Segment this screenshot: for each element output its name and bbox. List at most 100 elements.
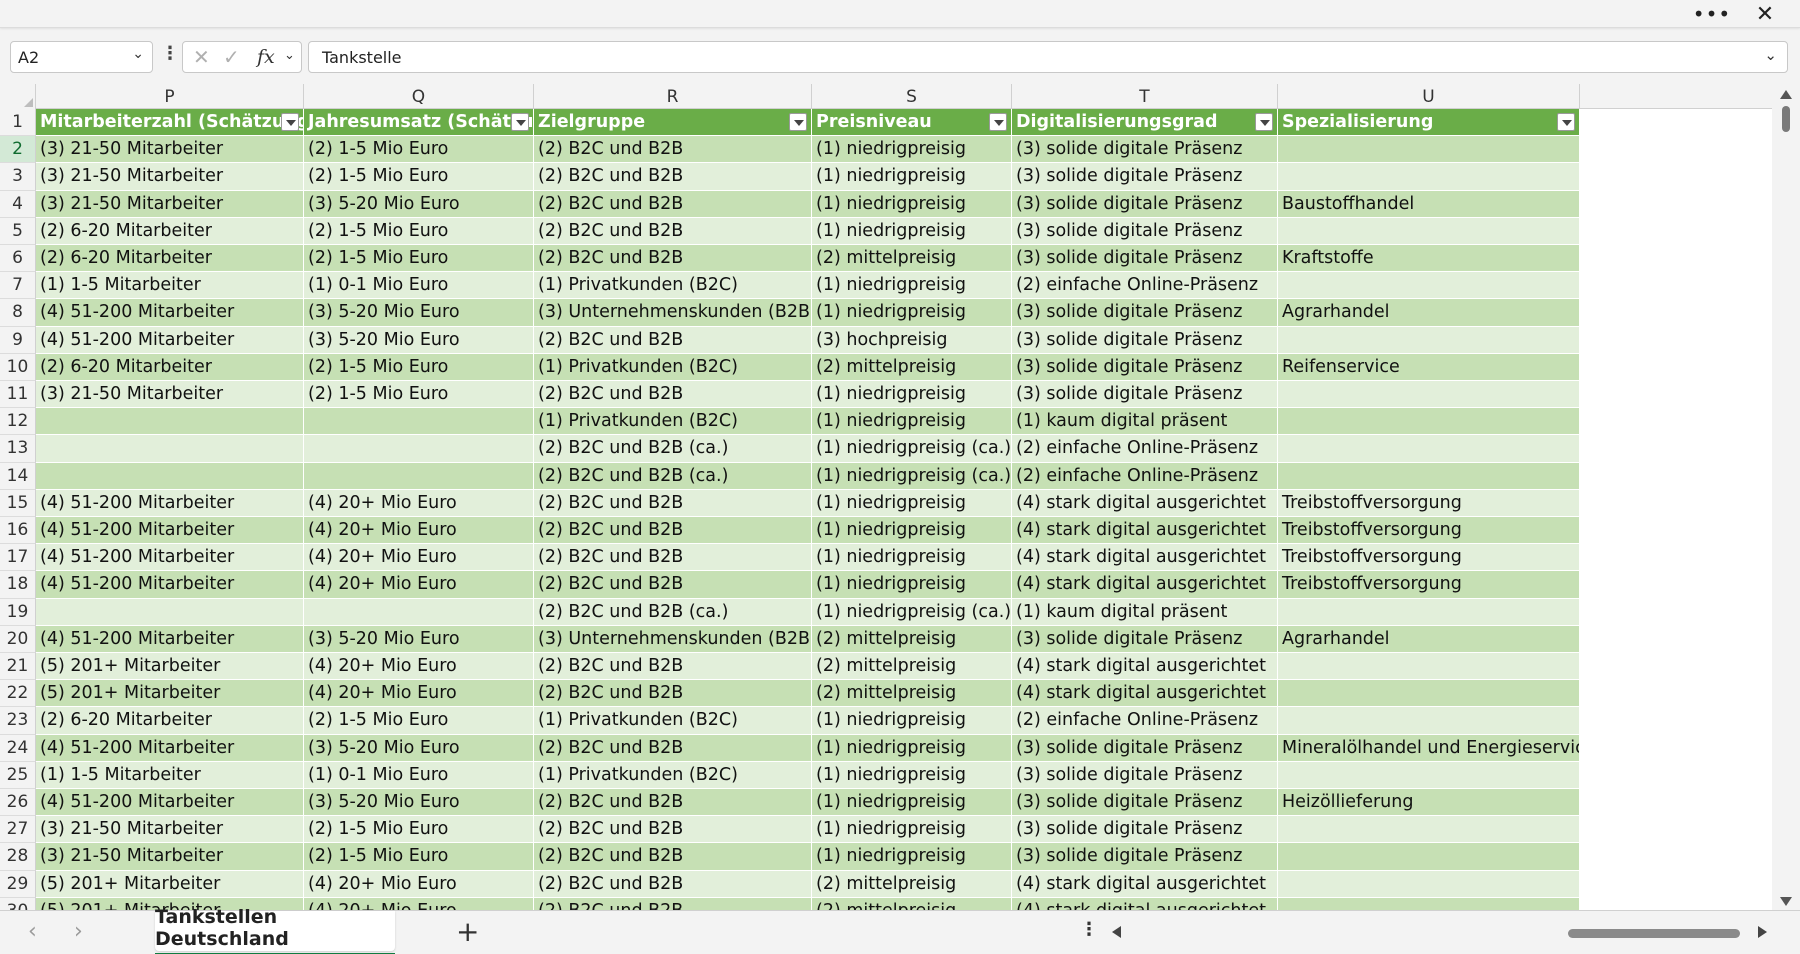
chevron-left-icon[interactable]: ‹: [28, 919, 37, 944]
table-cell[interactable]: [1278, 326, 1580, 354]
table-cell[interactable]: [1278, 136, 1580, 164]
select-all-corner[interactable]: [0, 84, 36, 109]
table-cell[interactable]: (2) 1-5 Mio Euro: [304, 816, 534, 844]
row-header[interactable]: 19: [0, 598, 36, 626]
table-cell[interactable]: (1) Privatkunden (B2C): [534, 707, 812, 735]
table-cell[interactable]: (1) niedrigpreisig: [812, 163, 1012, 191]
scroll-down-icon[interactable]: [1780, 897, 1792, 906]
table-cell[interactable]: (1) kaum digital präsent: [1012, 408, 1278, 436]
table-cell[interactable]: [1278, 707, 1580, 735]
table-cell[interactable]: (2) 1-5 Mio Euro: [304, 136, 534, 164]
table-cell[interactable]: (3) hochpreisig: [812, 326, 1012, 354]
table-cell[interactable]: (4) stark digital ausgerichtet: [1012, 571, 1278, 599]
table-cell[interactable]: (2) B2C und B2B (ca.): [534, 462, 812, 490]
row-header[interactable]: 28: [0, 843, 36, 871]
header-cell[interactable]: Digitalisierungsgrad: [1012, 109, 1278, 137]
table-cell[interactable]: Mineralölhandel und Energieservice: [1278, 734, 1580, 762]
table-cell[interactable]: (3) 21-50 Mitarbeiter: [36, 381, 304, 409]
table-cell[interactable]: (2) 1-5 Mio Euro: [304, 217, 534, 245]
table-cell[interactable]: (2) B2C und B2B (ca.): [534, 435, 812, 463]
sheet-tab-tankstellen[interactable]: Tankstellen Deutschland: [155, 906, 395, 954]
row-header[interactable]: 24: [0, 734, 36, 762]
table-cell[interactable]: (1) 1-5 Mitarbeiter: [36, 761, 304, 789]
row-header[interactable]: 5: [0, 217, 36, 245]
vertical-dots-icon[interactable]: ⋮: [1080, 919, 1098, 940]
table-cell[interactable]: (3) solide digitale Präsenz: [1012, 245, 1278, 273]
row-header[interactable]: 16: [0, 517, 36, 545]
table-cell[interactable]: (2) B2C und B2B: [534, 136, 812, 164]
table-cell[interactable]: (2) B2C und B2B: [534, 517, 812, 545]
table-cell[interactable]: (2) 1-5 Mio Euro: [304, 381, 534, 409]
table-cell[interactable]: Agrarhandel: [1278, 299, 1580, 327]
row-header[interactable]: 9: [0, 326, 36, 354]
table-cell[interactable]: (3) 21-50 Mitarbeiter: [36, 843, 304, 871]
table-cell[interactable]: (2) 1-5 Mio Euro: [304, 163, 534, 191]
table-cell[interactable]: (3) 5-20 Mio Euro: [304, 789, 534, 817]
table-cell[interactable]: (3) 21-50 Mitarbeiter: [36, 816, 304, 844]
table-cell[interactable]: (3) 21-50 Mitarbeiter: [36, 163, 304, 191]
table-cell[interactable]: (3) solide digitale Präsenz: [1012, 761, 1278, 789]
table-cell[interactable]: (3) solide digitale Präsenz: [1012, 381, 1278, 409]
table-cell[interactable]: [304, 435, 534, 463]
table-cell[interactable]: (1) niedrigpreisig: [812, 816, 1012, 844]
table-cell[interactable]: [1278, 653, 1580, 681]
table-cell[interactable]: (2) B2C und B2B: [534, 489, 812, 517]
table-cell[interactable]: (4) 20+ Mio Euro: [304, 489, 534, 517]
table-cell[interactable]: (2) einfache Online-Präsenz: [1012, 272, 1278, 300]
table-cell[interactable]: (4) 20+ Mio Euro: [304, 653, 534, 681]
table-cell[interactable]: (2) B2C und B2B: [534, 190, 812, 218]
table-cell[interactable]: (3) solide digitale Präsenz: [1012, 734, 1278, 762]
row-header[interactable]: 7: [0, 272, 36, 300]
table-cell[interactable]: Kraftstoffe: [1278, 245, 1580, 273]
row-header[interactable]: 27: [0, 816, 36, 844]
table-cell[interactable]: (1) niedrigpreisig: [812, 789, 1012, 817]
table-cell[interactable]: (2) 1-5 Mio Euro: [304, 353, 534, 381]
table-cell[interactable]: (5) 201+ Mitarbeiter: [36, 870, 304, 898]
table-cell[interactable]: (2) B2C und B2B: [534, 816, 812, 844]
table-cell[interactable]: (2) mittelpreisig: [812, 653, 1012, 681]
row-header[interactable]: 10: [0, 353, 36, 381]
table-cell[interactable]: (3) solide digitale Präsenz: [1012, 163, 1278, 191]
more-options-icon[interactable]: •••: [1689, 0, 1735, 28]
table-cell[interactable]: (1) Privatkunden (B2C): [534, 408, 812, 436]
row-header[interactable]: 13: [0, 435, 36, 463]
table-cell[interactable]: (4) 51-200 Mitarbeiter: [36, 299, 304, 327]
table-cell[interactable]: (2) mittelpreisig: [812, 625, 1012, 653]
table-cell[interactable]: (2) 6-20 Mitarbeiter: [36, 245, 304, 273]
row-header[interactable]: 23: [0, 707, 36, 735]
row-header[interactable]: 20: [0, 625, 36, 653]
table-cell[interactable]: (2) mittelpreisig: [812, 353, 1012, 381]
row-header[interactable]: 15: [0, 489, 36, 517]
table-cell[interactable]: (2) B2C und B2B (ca.): [534, 598, 812, 626]
scroll-up-icon[interactable]: [1780, 90, 1792, 99]
table-cell[interactable]: (1) niedrigpreisig: [812, 381, 1012, 409]
table-cell[interactable]: (4) 20+ Mio Euro: [304, 517, 534, 545]
table-cell[interactable]: (3) 5-20 Mio Euro: [304, 299, 534, 327]
table-cell[interactable]: (1) niedrigpreisig: [812, 707, 1012, 735]
header-cell[interactable]: Mitarbeiterzahl (Schätzung): [36, 109, 304, 137]
table-cell[interactable]: (4) 20+ Mio Euro: [304, 571, 534, 599]
table-cell[interactable]: (1) Privatkunden (B2C): [534, 353, 812, 381]
table-cell[interactable]: (2) B2C und B2B: [534, 544, 812, 572]
row-header[interactable]: 3: [0, 163, 36, 191]
row-header[interactable]: 4: [0, 190, 36, 218]
table-cell[interactable]: (1) niedrigpreisig: [812, 571, 1012, 599]
formula-input[interactable]: Tankstelle ⌄: [308, 41, 1788, 73]
table-cell[interactable]: Heizöllieferung: [1278, 789, 1580, 817]
row-header[interactable]: 21: [0, 653, 36, 681]
table-cell[interactable]: (3) 5-20 Mio Euro: [304, 734, 534, 762]
row-header[interactable]: 18: [0, 571, 36, 599]
filter-dropdown-icon[interactable]: [989, 113, 1007, 131]
scroll-left-icon[interactable]: [1112, 926, 1121, 938]
table-cell[interactable]: [36, 598, 304, 626]
table-cell[interactable]: [1278, 598, 1580, 626]
row-header[interactable]: 11: [0, 381, 36, 409]
table-cell[interactable]: (1) niedrigpreisig: [812, 136, 1012, 164]
table-cell[interactable]: (4) stark digital ausgerichtet: [1012, 544, 1278, 572]
table-cell[interactable]: (3) 5-20 Mio Euro: [304, 326, 534, 354]
table-cell[interactable]: (3) solide digitale Präsenz: [1012, 136, 1278, 164]
table-cell[interactable]: (3) solide digitale Präsenz: [1012, 299, 1278, 327]
table-cell[interactable]: (1) niedrigpreisig: [812, 190, 1012, 218]
table-cell[interactable]: [1278, 843, 1580, 871]
row-header[interactable]: 30: [0, 897, 36, 910]
